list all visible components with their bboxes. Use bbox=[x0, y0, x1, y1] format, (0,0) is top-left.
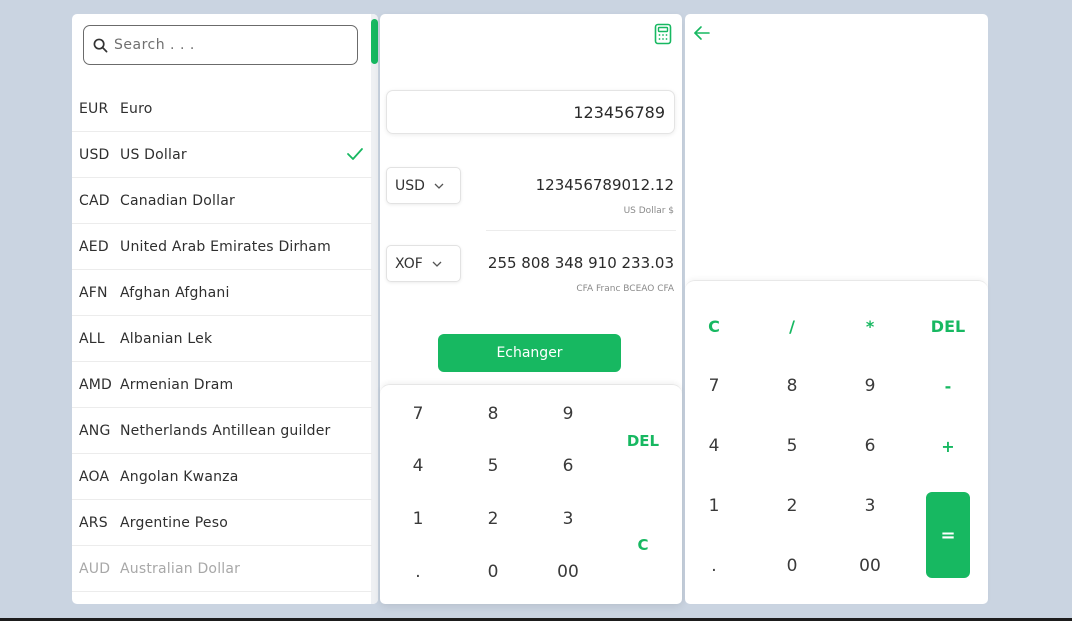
currency-item-cad[interactable]: CAD Canadian Dollar bbox=[72, 178, 372, 224]
key-00[interactable]: 00 bbox=[548, 557, 588, 587]
currency-item-amd[interactable]: AMD Armenian Dram bbox=[72, 362, 372, 408]
to-currency-label: CFA Franc BCEAO CFA bbox=[576, 284, 674, 294]
currency-item-usd[interactable]: USD US Dollar bbox=[72, 132, 372, 178]
currency-name: Argentine Peso bbox=[120, 514, 228, 531]
currency-name: United Arab Emirates Dirham bbox=[120, 238, 331, 255]
currency-code: AUD bbox=[79, 560, 111, 577]
to-currency-code: XOF bbox=[395, 255, 423, 272]
from-currency-select[interactable]: USD bbox=[386, 167, 461, 204]
clear-key[interactable]: C bbox=[692, 311, 736, 341]
amount-value: 123456789 bbox=[573, 102, 665, 122]
currency-name: US Dollar bbox=[120, 146, 187, 163]
currency-name: Euro bbox=[120, 100, 153, 117]
scrollbar-track[interactable] bbox=[371, 14, 378, 604]
divide-key[interactable]: / bbox=[770, 311, 814, 341]
key-1[interactable]: 1 bbox=[692, 491, 736, 521]
key-2[interactable]: 2 bbox=[473, 504, 513, 534]
key-dot[interactable]: . bbox=[398, 557, 438, 587]
search-icon bbox=[93, 38, 108, 52]
to-currency-select[interactable]: XOF bbox=[386, 245, 461, 282]
key-7[interactable]: 7 bbox=[692, 371, 736, 401]
delete-key[interactable]: DEL bbox=[926, 311, 970, 341]
currency-item-ars[interactable]: ARS Argentine Peso bbox=[72, 500, 372, 546]
exchange-button[interactable]: Echanger bbox=[438, 334, 621, 372]
currency-code: AFN bbox=[79, 284, 108, 301]
currency-name: Afghan Afghani bbox=[120, 284, 230, 301]
currency-item-all[interactable]: ALL Albanian Lek bbox=[72, 316, 372, 362]
key-00[interactable]: 00 bbox=[848, 551, 892, 581]
from-value: 123456789012.12 bbox=[535, 176, 674, 194]
currency-name: Netherlands Antillean guilder bbox=[120, 422, 331, 439]
key-3[interactable]: 3 bbox=[848, 491, 892, 521]
currency-code: USD bbox=[79, 146, 110, 163]
chevron-down-icon bbox=[434, 183, 444, 189]
converter-keypad: 7 8 9 DEL 4 5 6 1 2 3 C . 0 00 bbox=[380, 384, 682, 604]
currency-code: AED bbox=[79, 238, 109, 255]
key-5[interactable]: 5 bbox=[473, 451, 513, 481]
currency-code: ANG bbox=[79, 422, 111, 439]
key-6[interactable]: 6 bbox=[848, 431, 892, 461]
search-input[interactable] bbox=[114, 37, 334, 53]
currency-name: Canadian Dollar bbox=[120, 192, 235, 209]
search-box[interactable] bbox=[83, 25, 358, 65]
key-4[interactable]: 4 bbox=[398, 451, 438, 481]
clear-key[interactable]: C bbox=[623, 530, 663, 560]
currency-code: ARS bbox=[79, 514, 108, 531]
scrollbar-thumb[interactable] bbox=[371, 19, 378, 64]
currency-item-eur[interactable]: EUR Euro bbox=[72, 86, 372, 132]
equals-button[interactable]: = bbox=[926, 492, 970, 578]
plus-key[interactable]: + bbox=[926, 431, 970, 461]
currency-code: EUR bbox=[79, 100, 109, 117]
key-1[interactable]: 1 bbox=[398, 504, 438, 534]
currency-code: ALL bbox=[79, 330, 105, 347]
amount-input[interactable]: 123456789 bbox=[386, 90, 675, 134]
currency-name: Armenian Dram bbox=[120, 376, 234, 393]
multiply-key[interactable]: * bbox=[848, 311, 892, 341]
key-8[interactable]: 8 bbox=[770, 371, 814, 401]
currency-code: AMD bbox=[79, 376, 113, 393]
key-dot[interactable]: . bbox=[692, 551, 736, 581]
currency-list: EUR Euro USD US Dollar CAD Canadian Doll… bbox=[72, 86, 372, 592]
divider bbox=[486, 230, 676, 231]
key-9[interactable]: 9 bbox=[548, 399, 588, 429]
from-currency-code: USD bbox=[395, 177, 425, 194]
currency-name: Australian Dollar bbox=[120, 560, 241, 577]
calculator-panel: C / * DEL 7 8 9 - 4 5 6 + 1 2 3 = . 0 00 bbox=[685, 14, 988, 604]
currency-item-aed[interactable]: AED United Arab Emirates Dirham bbox=[72, 224, 372, 270]
delete-key[interactable]: DEL bbox=[623, 426, 663, 456]
key-9[interactable]: 9 bbox=[848, 371, 892, 401]
converter-panel: 123456789 USD 123456789012.12 US Dollar … bbox=[380, 14, 682, 604]
key-7[interactable]: 7 bbox=[398, 399, 438, 429]
key-6[interactable]: 6 bbox=[548, 451, 588, 481]
minus-key[interactable]: - bbox=[926, 371, 970, 401]
currency-item-ang[interactable]: ANG Netherlands Antillean guilder bbox=[72, 408, 372, 454]
currency-item-afn[interactable]: AFN Afghan Afghani bbox=[72, 270, 372, 316]
key-4[interactable]: 4 bbox=[692, 431, 736, 461]
currency-name: Angolan Kwanza bbox=[120, 468, 239, 485]
currency-code: CAD bbox=[79, 192, 110, 209]
key-0[interactable]: 0 bbox=[473, 557, 513, 587]
currency-list-panel: EUR Euro USD US Dollar CAD Canadian Doll… bbox=[72, 14, 378, 604]
calculator-icon[interactable] bbox=[654, 23, 672, 45]
key-0[interactable]: 0 bbox=[770, 551, 814, 581]
to-value: 255 808 348 910 233.03 bbox=[487, 254, 674, 272]
key-8[interactable]: 8 bbox=[473, 399, 513, 429]
chevron-down-icon bbox=[432, 261, 442, 267]
check-icon bbox=[347, 148, 363, 160]
currency-name: Albanian Lek bbox=[120, 330, 213, 347]
currency-item-aoa[interactable]: AOA Angolan Kwanza bbox=[72, 454, 372, 500]
currency-item-aud[interactable]: AUD Australian Dollar bbox=[72, 546, 372, 592]
key-5[interactable]: 5 bbox=[770, 431, 814, 461]
key-2[interactable]: 2 bbox=[770, 491, 814, 521]
currency-code: AOA bbox=[79, 468, 110, 485]
calculator-keypad: C / * DEL 7 8 9 - 4 5 6 + 1 2 3 = . 0 00 bbox=[685, 280, 988, 604]
key-3[interactable]: 3 bbox=[548, 504, 588, 534]
from-currency-label: US Dollar $ bbox=[623, 206, 674, 216]
arrow-left-icon[interactable] bbox=[693, 24, 711, 42]
